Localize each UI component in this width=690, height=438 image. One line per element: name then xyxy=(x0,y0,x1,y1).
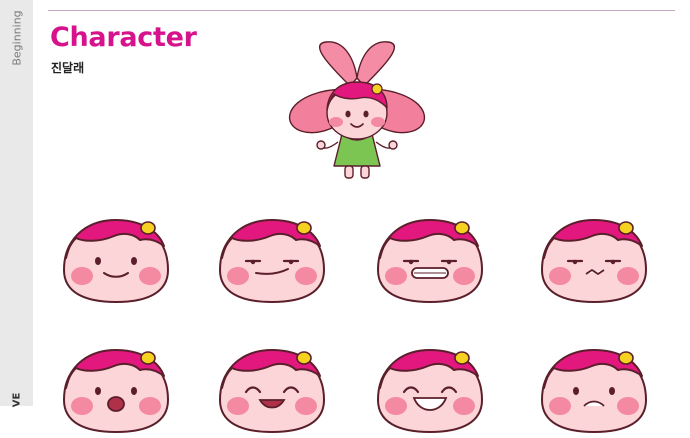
expression-face-smile xyxy=(60,212,172,304)
sidebar: Beginning VE xyxy=(0,0,33,408)
expression-face-upset xyxy=(538,342,650,434)
character-name: 진달래 xyxy=(51,61,85,75)
sidebar-bottom-label: VE xyxy=(11,392,23,408)
page-title: Character xyxy=(50,22,197,53)
expression-face-big-laugh xyxy=(374,342,486,434)
header-divider xyxy=(48,10,675,11)
expression-face-laugh xyxy=(216,342,328,434)
expression-face-smirk xyxy=(216,212,328,304)
expression-face-open-mouth xyxy=(60,342,172,434)
mascot-full-body-illustration xyxy=(288,41,426,179)
expression-face-grin xyxy=(374,212,486,304)
expression-face-annoyed xyxy=(538,212,650,304)
sidebar-section-label: Beginning xyxy=(10,10,24,66)
